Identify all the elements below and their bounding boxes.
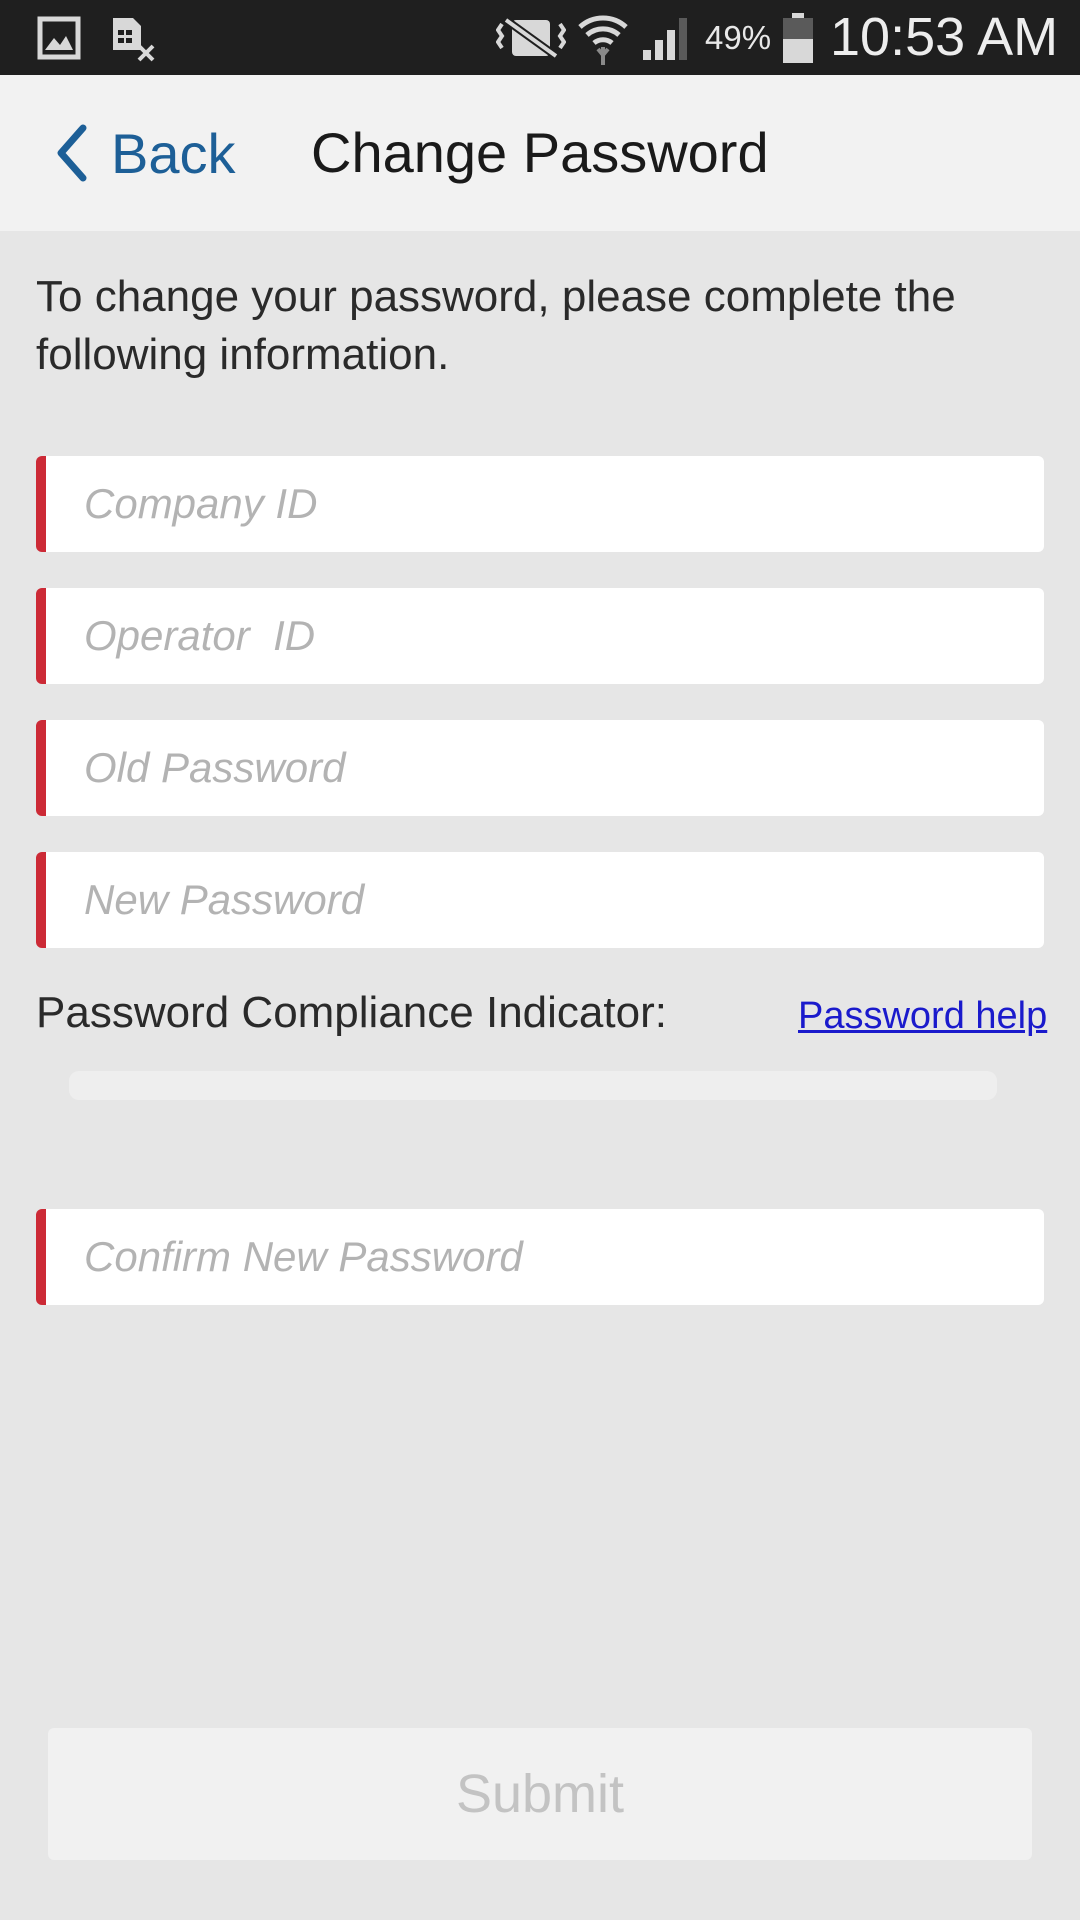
status-bar: 49% 10:53 AM bbox=[0, 0, 1080, 75]
vibrate-icon bbox=[496, 0, 566, 75]
back-button[interactable]: Back bbox=[55, 75, 236, 231]
submit-button[interactable]: Submit bbox=[48, 1728, 1032, 1860]
cellular-signal-icon bbox=[640, 0, 692, 75]
battery-percentage: 49% bbox=[705, 19, 772, 56]
sim-card-blocked-icon bbox=[108, 0, 158, 75]
back-label: Back bbox=[111, 121, 236, 185]
compliance-indicator-bar bbox=[69, 1071, 997, 1100]
chevron-left-icon bbox=[55, 124, 89, 182]
company-id-field bbox=[36, 456, 1044, 552]
battery-icon bbox=[780, 0, 816, 75]
clock: 10:53 AM bbox=[830, 7, 1059, 67]
intro-text: To change your password, please complete… bbox=[36, 272, 956, 379]
old-password-field bbox=[36, 720, 1044, 816]
header-bar: Back Change Password bbox=[0, 75, 1080, 231]
new-password-input[interactable] bbox=[46, 852, 1044, 948]
operator-id-input[interactable] bbox=[46, 588, 1044, 684]
confirm-password-field bbox=[36, 1209, 1044, 1305]
gallery-icon bbox=[36, 0, 82, 75]
page-title: Change Password bbox=[311, 121, 769, 184]
password-help-link[interactable]: Password help bbox=[798, 995, 1047, 1038]
confirm-password-input[interactable] bbox=[46, 1209, 1044, 1305]
new-password-field bbox=[36, 852, 1044, 948]
compliance-indicator-label: Password Compliance Indicator: bbox=[36, 988, 667, 1037]
operator-id-field bbox=[36, 588, 1044, 684]
old-password-input[interactable] bbox=[46, 720, 1044, 816]
wifi-icon bbox=[576, 0, 630, 75]
company-id-input[interactable] bbox=[46, 456, 1044, 552]
